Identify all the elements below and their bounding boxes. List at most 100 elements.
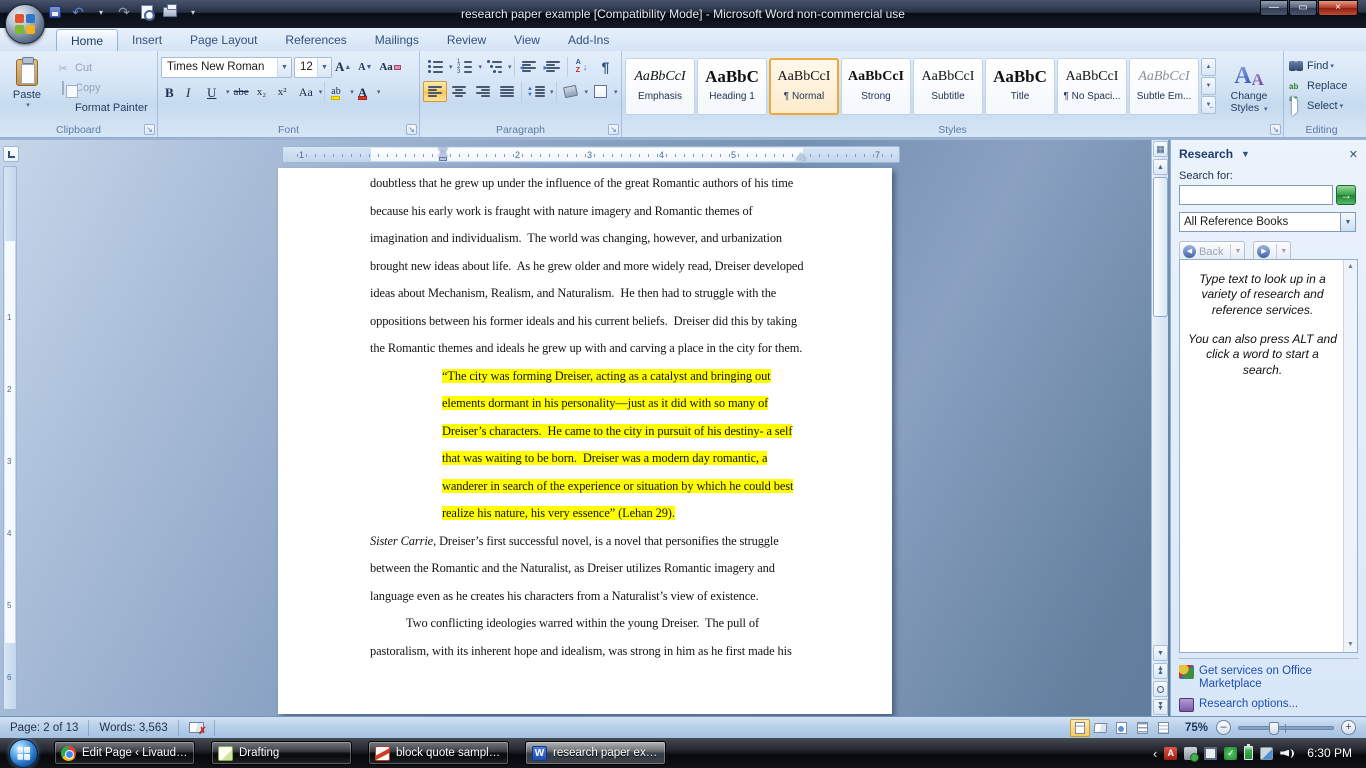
forward-dropdown-icon[interactable]: ▼ [1280,248,1287,255]
save-icon[interactable] [46,3,64,21]
scroll-down-icon[interactable]: ▼ [1345,639,1356,651]
ruler-toggle-icon[interactable]: ▦ [1153,141,1168,157]
zoom-in-icon[interactable]: + [1341,720,1356,735]
select-browse-object-icon[interactable] [1153,681,1168,697]
left-indent-marker[interactable] [439,157,447,161]
undo-dropdown-icon[interactable]: ▾ [92,3,110,21]
chevron-down-icon[interactable]: ▼ [1340,213,1355,231]
shading-button[interactable] [559,81,583,102]
replace-button[interactable]: ab ac Replace [1287,76,1356,103]
volume-icon[interactable] [1280,747,1295,760]
change-case-dropdown-icon[interactable]: ▾ [319,88,323,96]
underline-button[interactable]: U [203,82,224,103]
tab-page-layout[interactable]: Page Layout [176,29,271,51]
change-styles-button[interactable]: AA Change Styles ▾ [1218,54,1280,121]
line-spacing-dropdown-icon[interactable]: ▾ [550,88,554,96]
style-title[interactable]: AaBbC Title [985,58,1055,115]
chevron-down-icon[interactable]: ▼ [277,57,291,77]
taskbar-button-block-quote-sample-[interactable]: block quote sample ... [368,741,509,765]
style-subtle-em-[interactable]: AaBbCcI Subtle Em... [1129,58,1199,115]
scroll-up-icon[interactable]: ▲ [1153,159,1168,175]
start-button[interactable] [9,738,38,768]
right-indent-marker[interactable] [796,153,806,160]
align-center-button[interactable] [447,81,471,102]
minimize-button[interactable]: — [1260,0,1288,16]
gallery-down-icon[interactable]: ▼ [1201,77,1216,95]
bold-button[interactable]: B [161,82,182,103]
zoom-level[interactable]: 75% [1185,722,1208,734]
italic-button[interactable]: I [182,82,203,103]
borders-dropdown-icon[interactable]: ▾ [614,88,618,96]
font-color-button[interactable]: A [354,82,375,103]
taskbar-button-drafting[interactable]: Drafting [211,741,352,765]
increase-indent-button[interactable]: ▸ [541,56,565,77]
network-icon[interactable] [1260,746,1274,760]
tab-references[interactable]: References [271,29,360,51]
gallery-up-icon[interactable]: ▲ [1201,58,1216,76]
clipboard-dialog-launcher[interactable]: ↘ [144,124,155,135]
copy-button[interactable]: Copy [51,78,152,98]
style--normal[interactable]: AaBbCcI ¶ Normal [769,58,839,115]
results-scrollbar[interactable]: ▲ ▼ [1343,260,1357,652]
tab-review[interactable]: Review [433,29,500,51]
justify-button[interactable] [495,81,519,102]
antivirus-tray-icon[interactable]: ✓ [1224,746,1238,760]
find-button[interactable]: Find ▾ [1287,56,1356,76]
vertical-scrollbar[interactable]: ▦ ▲ ▼ ▲ ▲ ▼ ▼ [1151,140,1168,716]
sort-button[interactable]: A Z ↓ [570,56,594,77]
cut-button[interactable]: ✂ Cut [51,58,152,78]
word-count[interactable]: Words: 3,563 [89,719,179,736]
line-spacing-button[interactable]: ▲ ▼ [524,81,548,102]
paragraph-dialog-launcher[interactable]: ↘ [608,124,619,135]
borders-button[interactable] [588,81,612,102]
decrease-indent-button[interactable]: ◂ [517,56,541,77]
reference-source-select[interactable]: All Reference Books ▼ [1179,212,1356,232]
subscript-button[interactable]: x₂ [253,82,274,103]
font-name-combo[interactable]: Times New Roman ▼ [161,56,292,78]
maximize-button[interactable]: ▭ [1289,0,1317,16]
numbering-button[interactable] [453,56,477,77]
proofing-status[interactable] [179,719,215,737]
superscript-button[interactable]: x² [274,82,295,103]
taskbar-button-edit-page-livaudai-[interactable]: Edit Page ‹ Livaudai... [54,741,195,765]
vertical-ruler[interactable]: 1 2 3 4 5 6 [3,166,17,710]
office-button[interactable] [5,4,45,44]
full-screen-reading-view-button[interactable] [1091,719,1111,737]
format-painter-button[interactable]: Format Painter [51,98,152,118]
paste-dropdown-icon[interactable]: ▾ [26,101,30,109]
tab-home[interactable]: Home [56,29,119,51]
pane-close-icon[interactable]: ✕ [1349,148,1358,161]
style--no-spaci-[interactable]: AaBbCcI ¶ No Spaci... [1057,58,1127,115]
scroll-up-icon[interactable]: ▲ [1345,261,1356,273]
style-subtitle[interactable]: AaBbCcI Subtitle [913,58,983,115]
document-page[interactable]: doubtless that he grew up under the infl… [278,168,892,714]
styles-dialog-launcher[interactable]: ↘ [1270,124,1281,135]
redo-icon[interactable]: ↷ [115,3,133,21]
bullets-dropdown-icon[interactable]: ▾ [449,63,453,71]
gallery-more-icon[interactable]: ▼̲ [1201,96,1216,114]
show-hide-paragraph-button[interactable]: ¶ [594,56,618,77]
change-case-button[interactable]: Aa [295,82,317,103]
back-dropdown-icon[interactable]: ▼ [1234,248,1241,255]
print-preview-icon[interactable] [138,3,156,21]
tab-insert[interactable]: Insert [118,29,176,51]
font-size-combo[interactable]: 12 ▼ [294,56,332,78]
horizontal-ruler[interactable]: 1 2 3 4 5 7 [282,146,900,163]
zoom-slider-handle[interactable] [1269,721,1279,735]
start-search-icon[interactable]: → [1336,185,1356,205]
zoom-out-icon[interactable]: – [1216,720,1231,735]
text-highlight-button[interactable]: ab [327,82,348,103]
undo-icon[interactable]: ↶ [69,3,87,21]
previous-page-icon[interactable]: ▲ ▲ [1153,663,1168,679]
taskbar-button-research-paper-exa-[interactable]: Wresearch paper exa... [525,741,666,765]
display-tray-icon[interactable] [1204,746,1218,760]
research-options-link[interactable]: Research options... [1179,698,1359,713]
tab-mailings[interactable]: Mailings [361,29,433,51]
style-heading-1[interactable]: AaBbC Heading 1 [697,58,767,115]
scroll-down-icon[interactable]: ▼ [1153,645,1168,661]
tab-add-ins[interactable]: Add-Ins [554,29,623,51]
multilevel-list-button[interactable] [482,56,506,77]
style-strong[interactable]: AaBbCcI Strong [841,58,911,115]
research-search-input[interactable] [1179,185,1333,205]
tab-stop-selector[interactable] [3,146,19,162]
